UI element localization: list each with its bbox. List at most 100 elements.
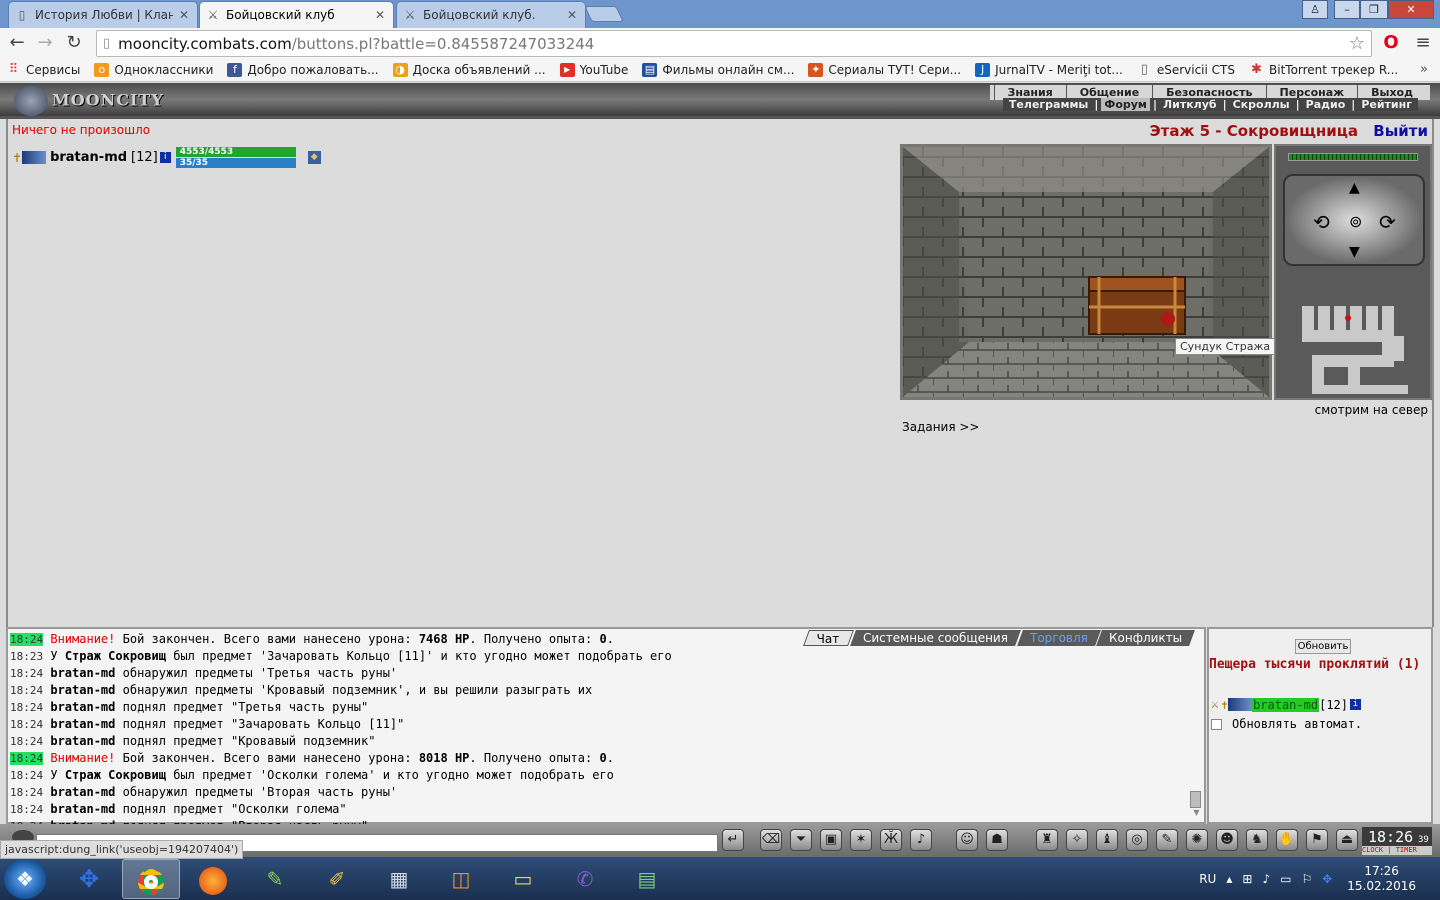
location-player-name[interactable]: bratan-md — [1252, 697, 1320, 712]
scroll-icon[interactable]: ✎ — [1156, 829, 1178, 851]
submenu-litclub[interactable]: Литклуб — [1160, 98, 1220, 111]
refresh-button[interactable]: Обновить — [1295, 639, 1351, 654]
friends-icon[interactable]: ☻ — [1216, 829, 1238, 851]
hands-icon[interactable]: ✋ — [1276, 829, 1298, 851]
address-bar[interactable]: ▯ mooncity.combats.com/buttons.pl?battle… — [96, 30, 1372, 57]
user-icon[interactable]: ♙ — [1302, 0, 1328, 19]
bookmark-films[interactable]: ▤ Фильмы онлайн см... — [642, 63, 794, 77]
chat-time[interactable]: 18:24 — [10, 701, 43, 714]
network-icon[interactable]: ◫ — [432, 859, 490, 899]
filter-icon[interactable]: ⏷ — [790, 829, 812, 851]
bookmark-bittorrent[interactable]: ✱ BitTorrent трекер R... — [1249, 63, 1398, 78]
close-window-button[interactable]: ✕ — [1388, 0, 1434, 19]
browser-tab-2[interactable]: ⚔ Бойцовский клуб ✕ — [199, 1, 394, 28]
info-icon[interactable]: i — [159, 152, 171, 163]
close-icon[interactable]: ✕ — [567, 8, 577, 22]
teamviewer-icon[interactable]: ✥ — [60, 859, 118, 899]
tasks-link[interactable]: Задания >> — [902, 420, 979, 434]
submenu-radio[interactable]: Радио — [1303, 98, 1349, 111]
browser-tab-3[interactable]: ⚔ Бойцовский клуб. ✕ — [396, 1, 586, 28]
scroll-down-icon[interactable]: ▼ — [1190, 808, 1203, 817]
translit-icon[interactable]: Ӂ — [880, 829, 902, 851]
abilities-icon[interactable]: ✧ — [1066, 829, 1088, 851]
star-icon[interactable]: ☆ — [1349, 33, 1365, 54]
dungeon-view[interactable] — [900, 144, 1272, 400]
bookmark-facebook[interactable]: f Добро пожаловать... — [227, 63, 379, 77]
inventory-icon[interactable]: ♜ — [1036, 829, 1058, 851]
info-icon[interactable]: i — [1350, 699, 1361, 710]
move-forward-icon[interactable]: ▲ — [1349, 180, 1360, 196]
reload-icon[interactable]: ↻ — [63, 32, 85, 54]
bookmark-youtube[interactable]: ▶ YouTube — [559, 63, 628, 77]
new-tab-button[interactable] — [584, 6, 624, 22]
chat-time[interactable]: 18:24 — [10, 769, 43, 782]
exit-link[interactable]: Выйти — [1373, 122, 1428, 140]
viber-icon[interactable]: ✆ — [556, 859, 614, 899]
submenu-telegrams[interactable]: Телеграммы — [1006, 98, 1091, 111]
submenu-forum[interactable]: Форум — [1101, 98, 1150, 111]
start-button[interactable]: ❖ — [4, 859, 46, 899]
chat-time[interactable]: 18:24 — [10, 633, 44, 646]
gold-icon[interactable]: ◎ — [1126, 829, 1148, 851]
action-center-icon[interactable]: ⚐ — [1301, 872, 1312, 886]
player-name[interactable]: bratan-md — [50, 150, 127, 165]
flag-icon[interactable]: ⚑ — [1306, 829, 1328, 851]
bookmark-services[interactable]: ⠿ Сервисы — [6, 63, 81, 78]
sound-icon[interactable]: ♪ — [910, 829, 932, 851]
chat-time[interactable]: 18:24 — [10, 786, 43, 799]
chat-time[interactable]: 18:24 — [10, 752, 44, 765]
language-indicator[interactable]: RU — [1199, 872, 1216, 886]
back-icon[interactable]: ← — [6, 32, 28, 54]
close-icon[interactable]: ✕ — [179, 8, 189, 22]
bag-icon[interactable]: ♝ — [1096, 829, 1118, 851]
effects-icon[interactable]: ✺ — [1186, 829, 1208, 851]
auto-refresh-option[interactable]: Обновлять автомат. — [1211, 717, 1362, 731]
bookmark-board[interactable]: ◑ Доска объявлений ... — [392, 63, 546, 77]
monitor-icon[interactable]: ▤ — [618, 859, 676, 899]
turn-right-icon[interactable]: ⟳ — [1379, 210, 1396, 234]
auto-refresh-checkbox[interactable] — [1211, 718, 1222, 730]
forward-icon[interactable]: → — [34, 32, 56, 54]
tab-trade[interactable]: Торговля — [1016, 630, 1101, 646]
tab-system-messages[interactable]: Системные сообщения — [849, 630, 1021, 646]
volume-icon[interactable]: ♪ — [1262, 872, 1270, 886]
move-back-icon[interactable]: ▼ — [1349, 244, 1360, 260]
chat-time[interactable]: 18:24 — [10, 684, 43, 697]
bookmark-odnoklassniki[interactable]: о Одноклассники — [94, 63, 213, 77]
tab-chat[interactable]: Чат — [803, 630, 854, 646]
bookmark-eservicii[interactable]: ▯ eServicii CTS — [1137, 63, 1235, 78]
menu-icon[interactable]: ≡ — [1412, 32, 1434, 54]
teamviewer-tray-icon[interactable]: ✥ — [1322, 872, 1332, 886]
submenu-scrolls[interactable]: Скроллы — [1230, 98, 1293, 111]
treasure-chest[interactable] — [1088, 276, 1186, 335]
eraser-icon[interactable]: ⌫ — [760, 829, 782, 851]
save-icon[interactable]: ▣ — [820, 829, 842, 851]
refresh-view-icon[interactable]: ⊚ — [1349, 212, 1362, 231]
close-icon[interactable]: ✕ — [375, 8, 385, 22]
taskbar-clock[interactable]: 17:26 15.02.2016 — [1347, 864, 1416, 894]
chat-time[interactable]: 18:23 — [10, 650, 43, 663]
chat-time[interactable]: 18:24 — [10, 718, 43, 731]
show-hidden-icon[interactable]: ▴ — [1226, 872, 1232, 886]
exit-game-icon[interactable]: ⏏ — [1336, 829, 1358, 851]
windows-flag-icon[interactable]: ⊞ — [1242, 872, 1252, 886]
chat-time[interactable]: 18:24 — [10, 803, 43, 816]
display-icon[interactable]: ▭ — [1280, 872, 1291, 886]
smile-icon[interactable]: ☺ — [956, 829, 978, 851]
more-bookmarks-icon[interactable]: » — [1420, 62, 1428, 77]
maximize-button[interactable]: ❐ — [1360, 0, 1388, 19]
sword-icon[interactable]: ⚔ — [1211, 697, 1219, 712]
calculator-icon[interactable]: ▦ — [370, 859, 428, 899]
effect-icon[interactable]: ◆ — [307, 151, 321, 164]
chat-time[interactable]: 18:24 — [10, 735, 43, 748]
enter-icon[interactable]: ↵ — [722, 829, 744, 851]
opera-icon[interactable]: O — [1380, 32, 1402, 54]
editor-icon[interactable]: ✎ — [246, 859, 304, 899]
folder-icon[interactable]: ▭ — [494, 859, 552, 899]
firefox-icon[interactable] — [184, 859, 242, 899]
paint-icon[interactable]: ✐ — [308, 859, 366, 899]
chat-scrollbar[interactable]: ▼ — [1190, 791, 1203, 823]
minimize-button[interactable]: – — [1334, 0, 1360, 19]
tab-conflicts[interactable]: Конфликты — [1096, 630, 1196, 646]
fight-icon[interactable]: ✶ — [850, 829, 872, 851]
